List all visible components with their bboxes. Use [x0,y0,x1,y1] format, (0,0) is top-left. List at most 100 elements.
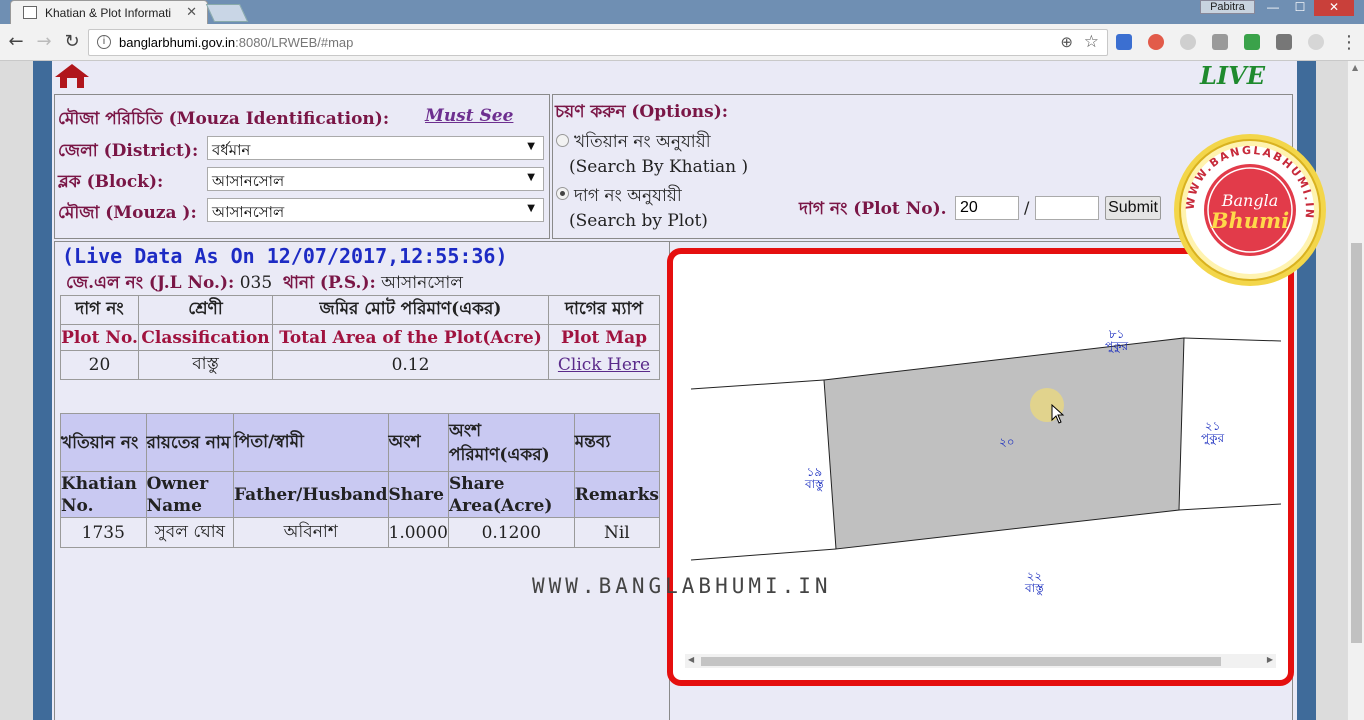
jl-number-line: জে.এল নং (J.L No.): 035 থানা (P.S.): আসা… [66,270,463,298]
seal-line2: Bhumi [1210,208,1290,233]
table-header: Khatian No. [60,471,147,518]
live-indicator: LIVE [1200,61,1266,90]
plot-number-label: দাগ নং (Plot No). [799,199,947,219]
table-header: খতিয়ান নং [60,413,147,472]
home-icon[interactable] [54,63,90,89]
extension-icon[interactable] [1212,34,1228,50]
close-window-icon[interactable]: ✕ [1314,0,1354,16]
chevron-down-icon: ▼ [527,203,535,214]
plot-boundary-line [690,548,837,561]
extension-icon[interactable] [1116,34,1132,50]
tab-bar: Khatian & Plot Informati ✕ Pabitra — ☐ ✕ [0,0,1364,24]
zoom-icon[interactable]: ⊕ [1060,33,1073,51]
url-path: :8080/LRWEB/#map [235,35,354,50]
plot-number-text: ২০ [999,435,1015,449]
banglabhumi-seal-logo: WWW.BANGLABHUMI.IN Bangla Bhumi [1174,134,1326,286]
plot-separator: / [1024,198,1030,217]
owner-details-table: খতিয়ান নং রায়তের নাম পিতা/স্বামী অংশ অ… [60,413,661,548]
jl-label: জে.এল নং (J.L No.): [66,273,235,293]
extension-icon[interactable] [1148,34,1164,50]
table-header: শ্রেণী [138,295,273,325]
browser-tab[interactable]: Khatian & Plot Informati ✕ [10,0,208,24]
table-header-row: দাগ নং শ্রেণী জমির মোট পরিমাণ(একর) দাগের… [60,295,660,325]
mouse-pointer-icon [1051,404,1065,424]
menu-icon[interactable]: ⋮ [1340,32,1358,53]
block-label: ব্লক (Block): [58,172,164,192]
forward-icon[interactable]: → [34,32,54,52]
plot-label-20: ২০ [999,436,1015,448]
scroll-left-icon[interactable]: ◀ [688,655,694,664]
plot-type-text: পুকুর [1105,339,1129,353]
live-data-timestamp: (Live Data As On 12/07/2017,12:55:36) [62,244,508,268]
ps-label: থানা (P.S.): [282,273,376,293]
tab-title: Khatian & Plot Informati [45,6,172,20]
scrollbar-thumb[interactable] [1351,243,1362,643]
page-vertical-scrollbar[interactable]: ▲ [1347,61,1364,720]
search-by-khatian-radio[interactable] [556,134,569,147]
user-profile-badge[interactable]: Pabitra [1200,0,1255,14]
table-row: 20 বাস্তু 0.12 Click Here [60,350,660,380]
plot-map-link[interactable]: Click Here [558,355,650,375]
father-husband-cell: অবিনাশ [233,517,389,548]
plot-type-text: বাস্তু [1025,581,1044,595]
plot-label-19: ১৯ বাস্তু [805,466,824,490]
plot-label-22: ২২ বাস্তু [1025,570,1044,594]
khatian-number-cell: 1735 [60,517,147,548]
reload-icon[interactable]: ↻ [62,32,82,52]
plot-map[interactable]: ৮১ পুকুর ২০ ২১ পুকুর ১৯ বাস্তু ২২ বাস্তু ◀ ▶ [667,248,1294,686]
plot-number-input[interactable]: 20 [955,196,1019,220]
table-header-row: খতিয়ান নং রায়তের নাম পিতা/স্বামী অংশ অ… [60,413,661,472]
mouza-select[interactable]: আসানসোল ▼ [207,198,544,222]
table-header: মন্তব্য [573,413,661,472]
table-header: জমির মোট পরিমাণ(একর) [272,295,549,325]
table-header: Share [387,471,449,518]
extension-icon[interactable] [1180,34,1196,50]
table-header-row: Khatian No. Owner Name Father/Husband Sh… [60,471,661,518]
scroll-right-icon[interactable]: ▶ [1267,655,1273,664]
share-area-cell: 0.1200 [447,517,575,548]
table-header: Plot No. [60,324,139,351]
map-horizontal-scrollbar[interactable]: ◀ ▶ [685,654,1276,668]
scrollbar-thumb[interactable] [701,657,1221,666]
chevron-down-icon: ▼ [527,172,535,183]
search-by-plot-english: (Search by Plot) [569,211,708,231]
plot-boundary-line [690,379,825,390]
plot-type-text: বাস্তু [805,477,824,491]
district-value: বর্ধমান [212,141,251,159]
table-header: Plot Map [548,324,660,351]
page-content: LIVE মৌজা পরিচিতি (Mouza Identification)… [52,61,1297,720]
browser-toolbar: ← → ↻ i banglarbhumi.gov.in:8080/LRWEB/#… [0,24,1364,61]
table-header: দাগ নং [60,295,139,325]
owner-name-cell: সুবল ঘোষ [145,517,235,548]
table-header: অংশ পরিমাণ(একর) [447,413,575,472]
new-tab-button[interactable] [205,4,249,22]
submit-button[interactable]: Submit [1105,196,1161,220]
district-label: জেলা (District): [58,141,199,161]
table-header: Remarks [573,471,661,518]
close-tab-icon[interactable]: ✕ [186,4,197,20]
plot-label-81: ৮১ পুকুর [1105,328,1128,352]
info-icon[interactable]: i [97,35,111,49]
scroll-up-icon[interactable]: ▲ [1352,63,1358,72]
table-header: Father/Husband [233,471,389,518]
extension-icon[interactable] [1308,34,1324,50]
back-icon[interactable]: ← [6,32,26,52]
share-cell: 1.0000 [387,517,449,548]
search-by-plot-radio[interactable] [556,187,569,200]
classification-cell: বাস্তু [138,350,273,380]
search-by-khatian-label: খতিয়ান নং অনুযায়ী [574,132,711,152]
mouza-identification-title: মৌজা পরিচিতি (Mouza Identification): [58,109,390,129]
address-bar[interactable]: i banglarbhumi.gov.in:8080/LRWEB/#map ⊕ … [88,29,1108,56]
table-header: Owner Name [145,471,235,518]
sub-plot-input[interactable] [1035,196,1099,220]
watermark-text: WWW.BANGLABHUMI.IN [532,574,832,598]
district-select[interactable]: বর্ধমান ▼ [207,136,544,160]
extension-icon[interactable] [1276,34,1292,50]
block-select[interactable]: আসানসোল ▼ [207,167,544,191]
must-see-link[interactable]: Must See [425,106,513,126]
extension-icon[interactable] [1244,34,1260,50]
plot-boundary-line [1178,503,1282,511]
star-icon[interactable]: ☆ [1084,32,1099,52]
minimize-icon[interactable]: — [1260,0,1286,16]
maximize-icon[interactable]: ☐ [1287,0,1313,16]
